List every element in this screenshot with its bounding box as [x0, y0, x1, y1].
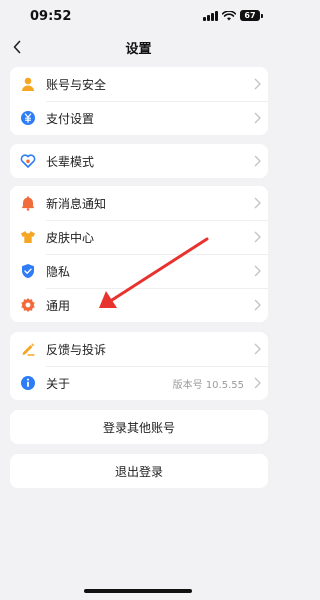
- nav-bar: 设置: [0, 30, 277, 64]
- version-number: 版本号 10.5.55: [172, 379, 244, 391]
- chevron-right-icon: [248, 101, 266, 135]
- status-time: 09:52: [30, 9, 72, 24]
- settings-group-elder: 长辈模式: [10, 144, 268, 178]
- settings-item-label: 反馈与投诉: [46, 342, 107, 357]
- battery-level: 67: [240, 10, 260, 21]
- chevron-right-icon: [248, 220, 266, 254]
- settings-item-label: 账号与安全: [46, 77, 107, 92]
- settings-item-account-security[interactable]: 账号与安全: [10, 67, 268, 101]
- chevron-right-icon: [248, 144, 266, 178]
- cellular-signal-icon: [203, 10, 218, 21]
- settings-group-preferences: 新消息通知 皮肤中心 隐私 通用: [10, 186, 268, 322]
- pencil-icon: [10, 332, 46, 366]
- settings-item-label: 新消息通知: [46, 196, 107, 211]
- settings-group-about: 反馈与投诉 关于 版本号 10.5.55: [10, 332, 268, 400]
- shirt-icon: [10, 220, 46, 254]
- heart-icon: [10, 144, 46, 178]
- settings-item-privacy[interactable]: 隐私: [10, 254, 268, 288]
- shield-icon: [10, 254, 46, 288]
- bell-icon: [10, 186, 46, 220]
- chevron-right-icon: [248, 366, 266, 400]
- settings-item-skin-center[interactable]: 皮肤中心: [10, 220, 268, 254]
- settings-item-label: 长辈模式: [46, 154, 95, 169]
- settings-item-general[interactable]: 通用: [10, 288, 268, 322]
- settings-item-label: 皮肤中心: [46, 230, 95, 245]
- settings-item-feedback[interactable]: 反馈与投诉: [10, 332, 268, 366]
- settings-group-account: 账号与安全 支付设置: [10, 67, 268, 135]
- status-bar: 09:52 67: [0, 0, 277, 30]
- status-icons: 67: [203, 10, 263, 21]
- info-icon: [10, 366, 46, 400]
- page-title: 设置: [125, 42, 152, 57]
- logout-button[interactable]: 退出登录: [10, 454, 268, 488]
- chevron-right-icon: [248, 186, 266, 220]
- chevron-right-icon: [248, 67, 266, 101]
- settings-item-label: 隐私: [46, 264, 71, 279]
- settings-item-label: 关于: [46, 376, 71, 391]
- settings-item-payment[interactable]: 支付设置: [10, 101, 268, 135]
- settings-item-label: 通用: [46, 298, 71, 313]
- yuan-icon: [10, 101, 46, 135]
- settings-item-about[interactable]: 关于 版本号 10.5.55: [10, 366, 268, 400]
- gear-icon: [10, 288, 46, 322]
- chevron-right-icon: [248, 332, 266, 366]
- battery-icon: 67: [240, 10, 263, 21]
- person-icon: [10, 67, 46, 101]
- chevron-right-icon: [248, 254, 266, 288]
- settings-item-notifications[interactable]: 新消息通知: [10, 186, 268, 220]
- home-indicator[interactable]: [84, 589, 192, 593]
- wifi-icon: [222, 10, 236, 20]
- login-other-account-button[interactable]: 登录其他账号: [10, 410, 268, 444]
- settings-item-elder-mode[interactable]: 长辈模式: [10, 144, 268, 178]
- settings-item-label: 支付设置: [46, 111, 95, 126]
- chevron-right-icon: [248, 288, 266, 322]
